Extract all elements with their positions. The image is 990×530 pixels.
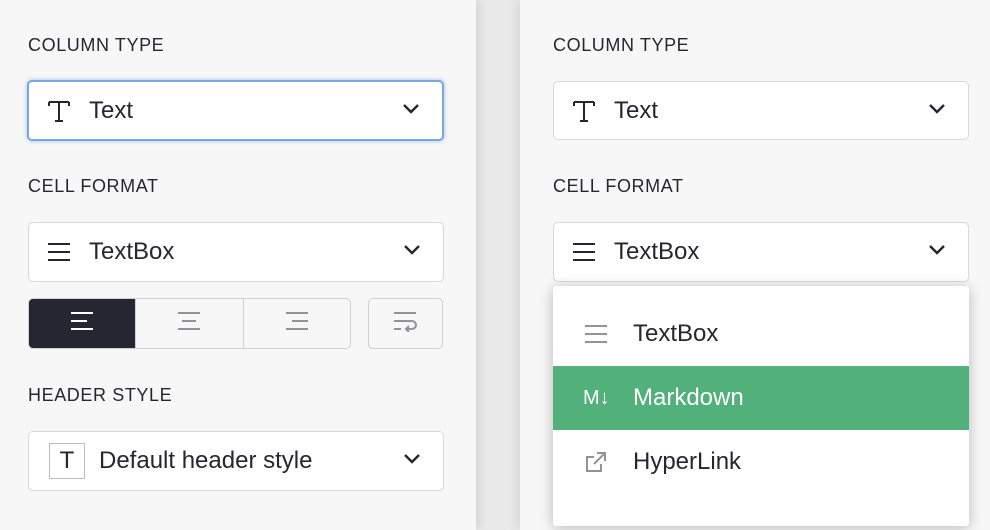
wrap-text-button[interactable] [368,298,443,349]
cell-format-value: TextBox [89,238,175,265]
header-style-label: HEADER STYLE [28,385,173,405]
text-type-icon [43,98,75,124]
lines-icon [568,241,600,263]
chevron-down-icon [403,243,421,261]
alignment-group [28,298,351,349]
lines-icon [583,323,619,345]
markdown-icon: M↓ [583,386,610,409]
align-left-icon [69,310,95,337]
option-label: HyperLink [633,448,742,475]
option-textbox[interactable]: TextBox [553,302,969,366]
align-center-icon [176,310,202,337]
align-right-button[interactable] [244,299,350,348]
cell-format-select[interactable]: TextBox [28,222,444,282]
external-link-icon [583,449,619,475]
column-type-label: COLUMN TYPE [28,35,165,55]
cell-format-dropdown: TextBox M↓ Markdown HyperLink [553,286,969,526]
cell-format-value: TextBox [614,238,700,265]
option-label: TextBox [633,320,719,347]
chevron-down-icon [403,452,421,470]
header-style-select[interactable]: T Default header style [28,431,444,491]
left-panel: COLUMN TYPE Text CELL FORMAT TextBox HEA… [0,0,476,530]
header-style-value: Default header style [99,447,313,474]
header-style-icon: T [49,443,85,479]
option-markdown[interactable]: M↓ Markdown [553,366,969,430]
cell-format-label: CELL FORMAT [553,176,684,196]
option-label: Markdown [633,384,744,411]
column-type-value: Text [89,96,134,124]
chevron-down-icon [928,243,946,261]
text-type-icon [568,98,600,124]
lines-icon [43,241,75,263]
align-center-button[interactable] [136,299,244,348]
cell-format-select[interactable]: TextBox [553,222,969,282]
align-left-button[interactable] [29,299,137,348]
column-type-select[interactable]: Text [27,80,444,141]
column-type-label: COLUMN TYPE [553,35,690,55]
wrap-text-icon [392,310,420,337]
column-type-select[interactable]: Text [553,81,969,140]
align-right-icon [284,310,310,337]
chevron-down-icon [402,102,420,120]
chevron-down-icon [928,102,946,120]
option-hyperlink[interactable]: HyperLink [553,430,969,494]
cell-format-label: CELL FORMAT [28,176,159,196]
column-type-value: Text [614,96,659,124]
